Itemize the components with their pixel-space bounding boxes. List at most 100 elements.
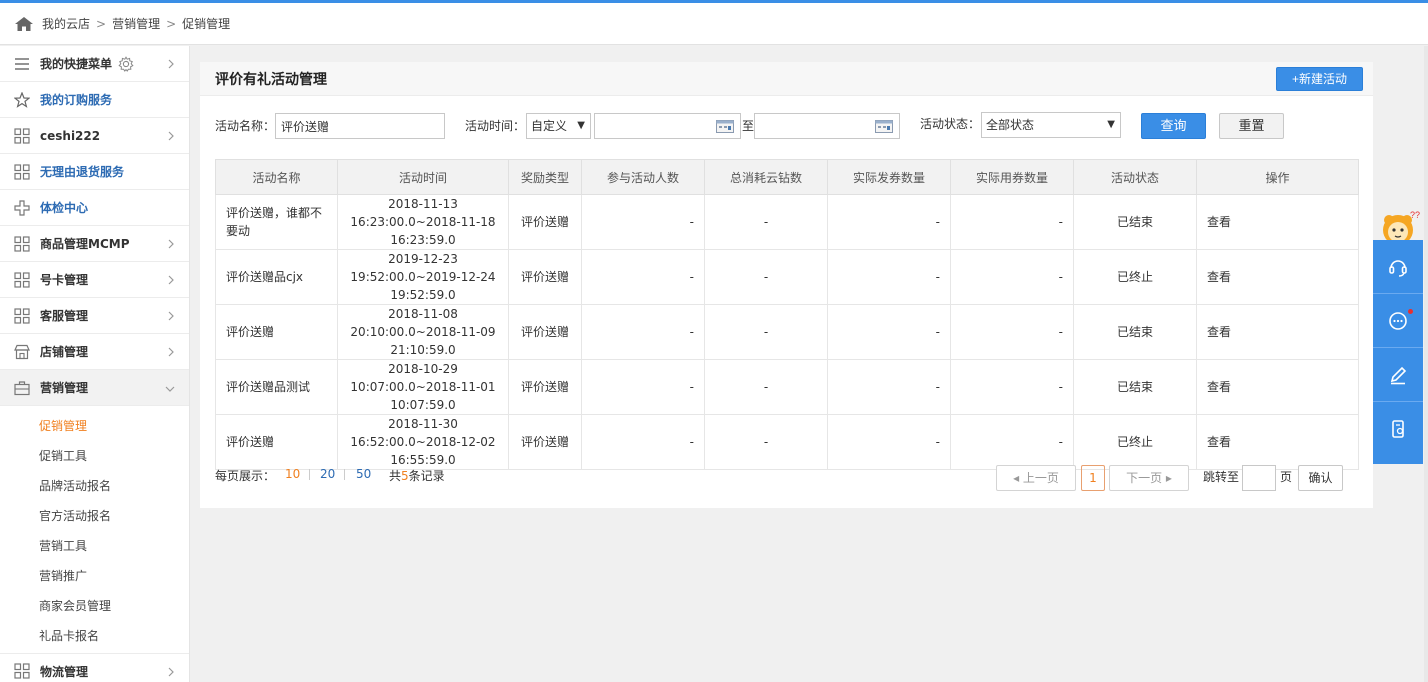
submenu-item-5[interactable]: 营销推广 — [0, 561, 189, 591]
submenu-item-0[interactable]: 促销管理 — [0, 411, 189, 441]
chevron-right-icon — [168, 311, 174, 321]
dropdown-arrow-icon: ▼ — [577, 120, 585, 131]
sidebar-item-8[interactable]: 店铺管理 — [0, 334, 189, 370]
activity-name-label: 活动名称： — [215, 119, 276, 133]
sidebar-item-label: 体检中心 — [40, 201, 89, 215]
view-link[interactable]: 查看 — [1207, 270, 1231, 284]
sidebar-item-2[interactable]: ceshi222 — [0, 118, 189, 154]
lion-mascot-icon[interactable]: ?? — [1374, 208, 1428, 244]
table-row: 评价送赠品cjx 2019-12-23 19:52:00.0~2019-12-24… — [215, 249, 1359, 305]
activity-name-link[interactable]: 评价送赠品测试 — [226, 380, 310, 394]
table-header-row: 活动名称 活动时间 奖励类型 参与活动人数 总消耗云钻数 实际发券数量 实际用券数量 活动状态… — [215, 159, 1359, 195]
participants-cell: - — [581, 304, 705, 360]
start-date-input[interactable] — [594, 113, 741, 139]
breadcrumb: 我的云店 > 营销管理 > 促销管理 — [0, 3, 1428, 45]
issued-cell: - — [827, 194, 951, 250]
status-select-value: 全部状态 — [986, 118, 1035, 132]
consumed-cell: - — [704, 249, 828, 305]
sidebar-item-3[interactable]: 无理由退货服务 — [0, 154, 189, 190]
submenu-item-1[interactable]: 促销工具 — [0, 441, 189, 471]
used-cell: - — [950, 359, 1074, 415]
sidebar-item-4[interactable]: 体检中心 — [0, 190, 189, 226]
end-date-input[interactable] — [754, 113, 900, 139]
star-icon — [14, 91, 30, 108]
gear-icon[interactable] — [118, 55, 134, 72]
sidebar-item-logistics[interactable]: 物流管理 — [0, 653, 189, 682]
submenu-item-4[interactable]: 营销工具 — [0, 531, 189, 561]
panel-header: 评价有礼活动管理 +新建活动 — [200, 62, 1373, 96]
new-activity-button[interactable]: +新建活动 — [1276, 67, 1363, 91]
activity-name-link[interactable]: 评价送赠，谁都不要动 — [226, 206, 322, 238]
sidebar-item-9[interactable]: 营销管理 — [0, 370, 189, 406]
submenu-item-2[interactable]: 品牌活动报名 — [0, 471, 189, 501]
participants-cell: - — [581, 249, 705, 305]
activity-status-label: 活动状态： — [920, 117, 981, 131]
activity-name-link[interactable]: 评价送赠 — [226, 435, 274, 449]
view-link[interactable]: 查看 — [1207, 215, 1231, 229]
activity-name-input[interactable] — [275, 113, 445, 139]
headset-icon — [1389, 259, 1407, 277]
confirm-jump-button[interactable]: 确认 — [1298, 465, 1343, 491]
submenu-item-7[interactable]: 礼品卡报名 — [0, 621, 189, 651]
sidebar-item-label: 无理由退货服务 — [40, 165, 125, 179]
customer-service-button[interactable] — [1373, 240, 1423, 294]
store-icon — [14, 344, 30, 360]
feedback-button[interactable] — [1373, 348, 1423, 402]
page-scrollbar[interactable] — [1424, 46, 1428, 682]
sidebar-item-1[interactable]: 我的订购服务 — [0, 82, 189, 118]
chat-bubble-icon — [1389, 311, 1407, 330]
page-number-current[interactable]: 1 — [1081, 465, 1105, 491]
page-size-10[interactable]: 10 — [285, 467, 300, 481]
phone-icon — [1392, 420, 1404, 438]
action-cell: 查看 — [1196, 249, 1359, 305]
chat-button[interactable] — [1373, 294, 1423, 348]
submenu-item-3[interactable]: 官方活动报名 — [0, 501, 189, 531]
status-select[interactable]: 全部状态 ▼ — [981, 112, 1121, 138]
activity-time-cell: 2019-12-23 19:52:00.0~2019-12-24 19:52:5… — [337, 249, 509, 305]
time-mode-value: 自定义 — [531, 119, 568, 133]
table-row: 评价送赠品测试 2018-10-29 10:07:00.0~2018-11-01 … — [215, 359, 1359, 415]
sidebar-item-0[interactable]: 我的快捷菜单 — [0, 46, 189, 82]
calendar-icon[interactable] — [716, 120, 734, 133]
page-size-20[interactable]: 20 — [320, 467, 335, 481]
total-suffix: 条记录 — [408, 469, 445, 483]
menu-lines-icon — [14, 56, 30, 72]
reset-button[interactable]: 重置 — [1219, 113, 1284, 139]
chevron-right-icon — [168, 239, 174, 249]
breadcrumb-item-store[interactable]: 我的云店 — [42, 15, 90, 32]
sidebar-item-5[interactable]: 商品管理MCMP — [0, 226, 189, 262]
time-mode-select[interactable]: 自定义 ▼ — [526, 113, 591, 139]
view-link[interactable]: 查看 — [1207, 325, 1231, 339]
total-count: 5 — [401, 469, 409, 483]
submenu-item-6[interactable]: 商家会员管理 — [0, 591, 189, 621]
page-size-50[interactable]: 50 — [356, 467, 371, 481]
activity-name-link[interactable]: 评价送赠 — [226, 325, 274, 339]
main-panel: 评价有礼活动管理 +新建活动 活动名称： 活动时间： 自定义 ▼ 至 活动状态：… — [200, 62, 1373, 508]
home-icon[interactable] — [14, 16, 34, 32]
activity-name-cell: 评价送赠品cjx — [215, 249, 338, 305]
next-page-button[interactable]: 下一页 ▸ — [1109, 465, 1189, 491]
sidebar-item-label: 物流管理 — [40, 664, 89, 679]
calendar-icon[interactable] — [875, 120, 893, 133]
activity-name-link[interactable]: 评价送赠品cjx — [226, 270, 303, 284]
floating-toolbar — [1373, 240, 1423, 464]
view-link[interactable]: 查看 — [1207, 380, 1231, 394]
sidebar-item-7[interactable]: 客服管理 — [0, 298, 189, 334]
mobile-button[interactable] — [1373, 402, 1423, 456]
view-link[interactable]: 查看 — [1207, 435, 1231, 449]
grid-icon — [14, 271, 30, 288]
prev-page-button[interactable]: ◂ 上一页 — [996, 465, 1076, 491]
activity-time-label: 活动时间： — [465, 119, 526, 133]
sidebar-item-6[interactable]: 号卡管理 — [0, 262, 189, 298]
table-row: 评价送赠 2018-11-08 20:10:00.0~2018-11-09 21:… — [215, 304, 1359, 360]
issued-cell: - — [827, 359, 951, 415]
breadcrumb-item-marketing[interactable]: 营销管理 — [112, 15, 160, 32]
breadcrumb-item-promotion: 促销管理 — [182, 17, 231, 31]
query-button[interactable]: 查询 — [1141, 113, 1206, 139]
jump-page-input[interactable] — [1242, 465, 1276, 491]
chevron-right-icon — [168, 347, 174, 357]
action-cell: 查看 — [1196, 194, 1359, 250]
status-cell: 已结束 — [1073, 194, 1197, 250]
status-cell: 已结束 — [1073, 359, 1197, 415]
issued-cell: - — [827, 249, 951, 305]
